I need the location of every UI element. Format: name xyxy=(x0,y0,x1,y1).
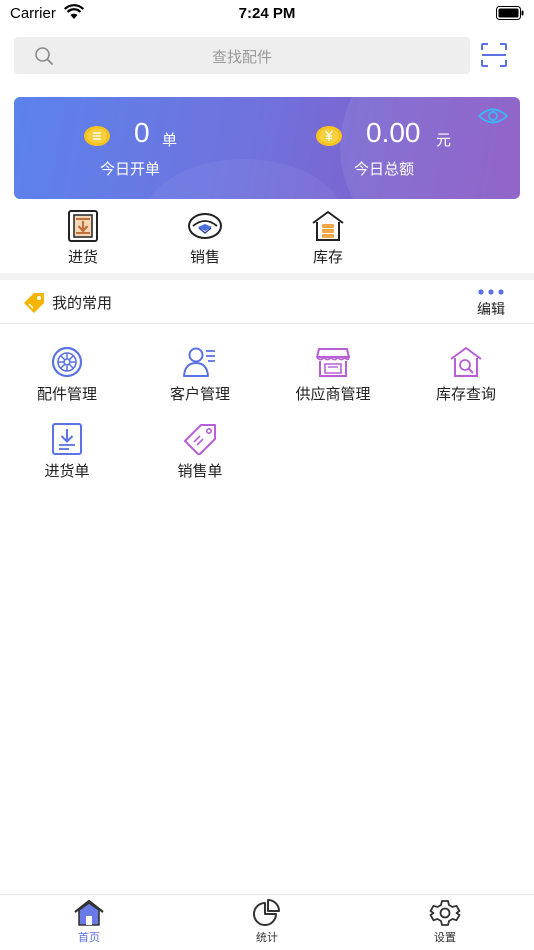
today-orders-label: 今日开单 xyxy=(100,160,161,178)
wifi-icon xyxy=(64,4,84,19)
scan-icon[interactable] xyxy=(480,42,508,68)
store-icon xyxy=(316,348,350,377)
today-amount-stat: 0.00 元 今日总额 xyxy=(314,117,514,187)
tab-home[interactable]: 首页 xyxy=(39,899,139,947)
quick-action-label: 销售 xyxy=(189,248,220,266)
favorite-item-label: 配件管理 xyxy=(36,385,97,403)
purchase-icon xyxy=(68,210,98,242)
quick-action-inventory[interactable]: 库存 xyxy=(288,210,368,268)
edit-button[interactable]: 编辑 xyxy=(466,288,516,322)
home-icon xyxy=(74,899,104,926)
section-divider xyxy=(0,273,534,280)
status-bar: Carrier 7:24 PM xyxy=(0,0,534,28)
pie-chart-icon xyxy=(253,899,280,926)
tab-label: 设置 xyxy=(434,931,456,944)
search-input[interactable]: 查找配件 xyxy=(14,37,470,74)
sales-icon xyxy=(188,213,222,239)
favorites-title: 我的常用 xyxy=(52,294,113,312)
search-placeholder: 查找配件 xyxy=(211,48,272,66)
today-amount-value: 0.00 xyxy=(366,117,421,148)
favorite-item-purchase-order[interactable]: 进货单 xyxy=(2,423,132,487)
coin-icon xyxy=(84,126,110,146)
favorite-item-label: 销售单 xyxy=(177,462,223,480)
inventory-icon xyxy=(312,211,344,241)
tab-bar: 首页 统计 设置 xyxy=(0,894,534,950)
wheel-icon xyxy=(51,346,83,378)
favorite-item-label: 供应商管理 xyxy=(295,385,371,403)
tab-label: 首页 xyxy=(78,931,100,944)
carrier-label: Carrier xyxy=(10,5,56,22)
tag-icon xyxy=(24,293,44,313)
favorite-item-label: 进货单 xyxy=(44,462,90,480)
favorite-item-inventory-query[interactable]: 库存查询 xyxy=(401,346,531,410)
today-amount-label: 今日总额 xyxy=(354,160,415,178)
quick-action-label: 库存 xyxy=(312,248,343,266)
tab-settings[interactable]: 设置 xyxy=(395,899,495,947)
quick-action-label: 进货 xyxy=(67,248,98,266)
customer-icon xyxy=(183,347,215,377)
price-tag-icon xyxy=(184,424,216,455)
favorite-item-label: 库存查询 xyxy=(435,385,496,403)
today-orders-value: 0 xyxy=(134,117,150,148)
yuan-coin-icon xyxy=(316,126,342,146)
edit-label: 编辑 xyxy=(477,302,505,318)
favorite-item-customers[interactable]: 客户管理 xyxy=(135,346,265,410)
more-dots-icon xyxy=(478,289,504,295)
warehouse-search-icon xyxy=(450,347,482,377)
summary-card: 0 单 今日开单 0.00 元 今日总额 xyxy=(14,97,520,199)
today-orders-unit: 单 xyxy=(162,131,178,149)
quick-action-purchase[interactable]: 进货 xyxy=(43,210,123,268)
purchase-order-icon xyxy=(52,423,82,455)
favorite-item-sales-order[interactable]: 销售单 xyxy=(135,423,265,487)
today-orders-stat: 0 单 今日开单 xyxy=(84,117,284,187)
favorite-item-suppliers[interactable]: 供应商管理 xyxy=(268,346,398,410)
favorite-item-label: 客户管理 xyxy=(169,385,230,403)
favorites-header: 我的常用 编辑 xyxy=(0,280,534,324)
favorite-item-parts[interactable]: 配件管理 xyxy=(2,346,132,410)
battery-icon xyxy=(496,6,524,20)
today-amount-unit: 元 xyxy=(436,131,452,149)
tab-statistics[interactable]: 统计 xyxy=(217,899,317,947)
quick-action-sales[interactable]: 销售 xyxy=(165,210,245,268)
gear-icon xyxy=(429,900,461,926)
tab-label: 统计 xyxy=(256,931,278,944)
